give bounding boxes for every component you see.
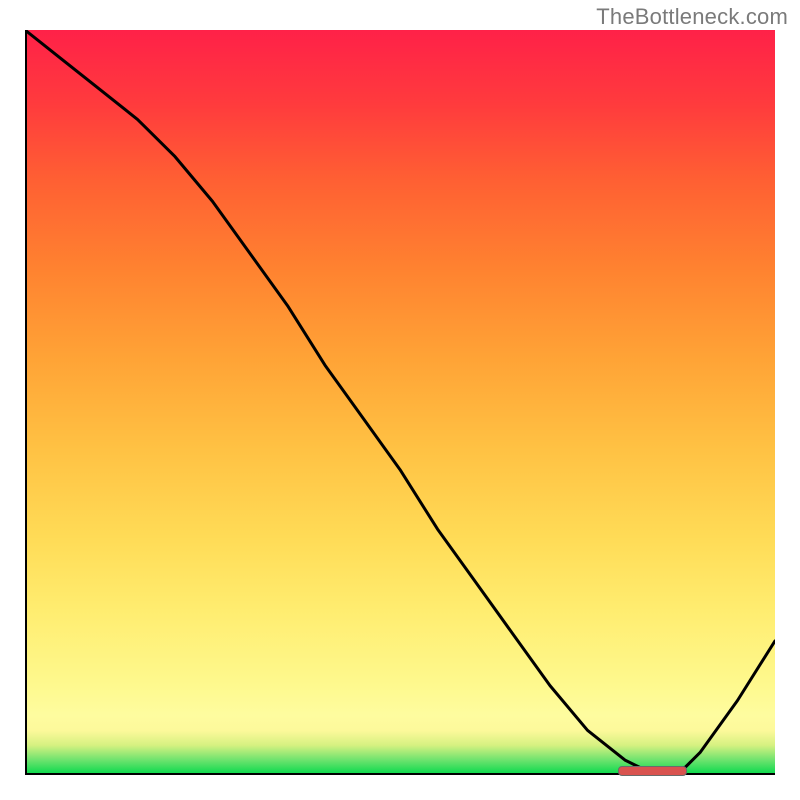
watermark-text: TheBottleneck.com bbox=[596, 4, 788, 30]
plot-area bbox=[25, 30, 775, 775]
chart-container: TheBottleneck.com bbox=[0, 0, 800, 800]
heatmap-background bbox=[25, 30, 775, 775]
optimal-range-marker bbox=[618, 766, 688, 776]
